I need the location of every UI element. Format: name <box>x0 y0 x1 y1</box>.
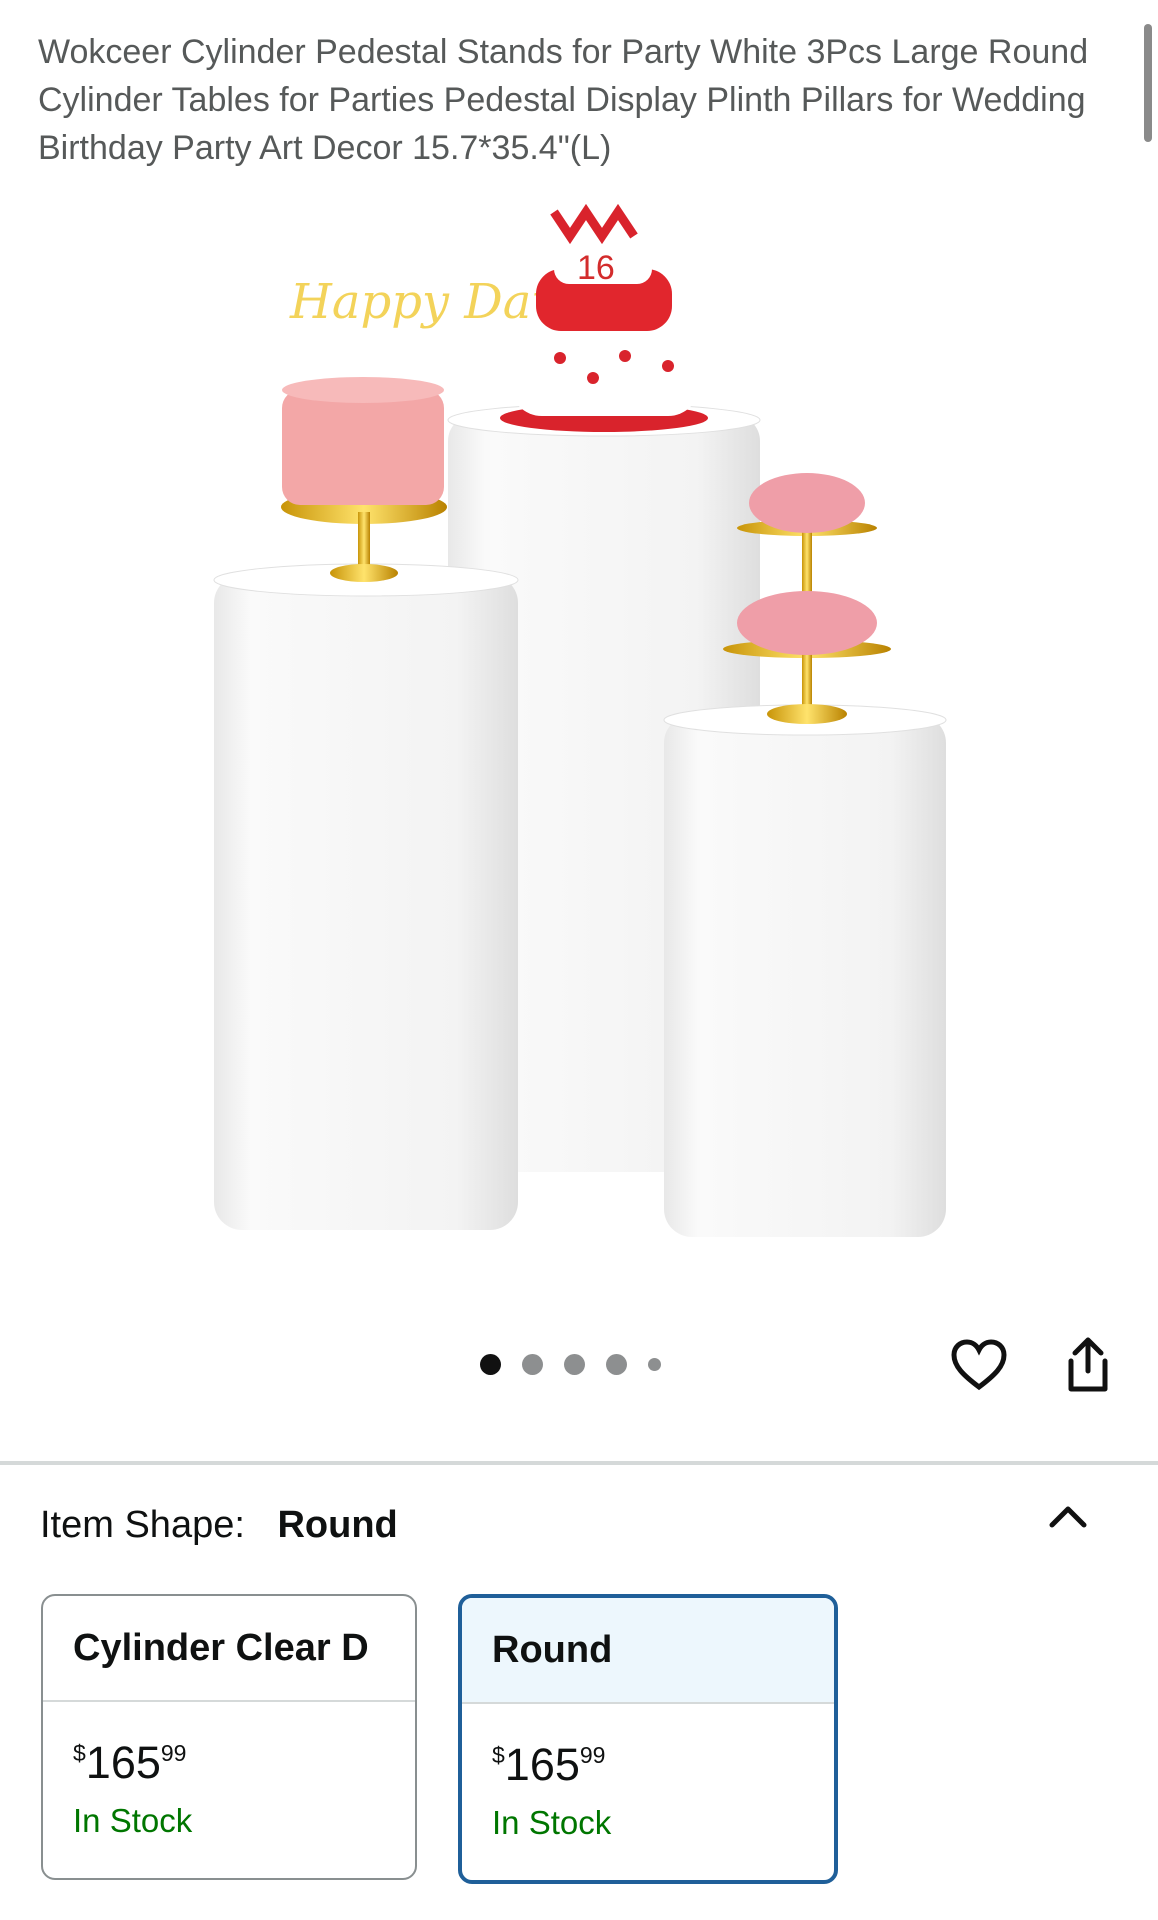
heart-icon <box>951 1339 1007 1391</box>
share-icon <box>1068 1337 1108 1392</box>
stock-status: In Stock <box>492 1804 612 1841</box>
option-price: $16599 <box>492 1730 834 1790</box>
chevron-up-icon <box>1049 1506 1087 1528</box>
price-whole: 165 <box>85 1737 161 1788</box>
variation-option-round[interactable]: Round $16599 In Stock <box>458 1594 838 1884</box>
price-whole: 165 <box>504 1739 580 1790</box>
carousel-dot[interactable] <box>564 1354 585 1375</box>
wishlist-button[interactable] <box>947 1333 1011 1397</box>
price-fraction: 99 <box>579 1742 606 1768</box>
collapse-button[interactable] <box>1044 1497 1092 1537</box>
option-name: Cylinder Clear D <box>43 1596 415 1702</box>
currency-symbol: $ <box>73 1740 86 1766</box>
carousel-dot[interactable] <box>648 1358 661 1371</box>
carousel-dot[interactable] <box>522 1354 543 1375</box>
product-image[interactable]: Happy Days 16 <box>0 190 1158 1300</box>
cake-number-text: 16 <box>577 249 615 287</box>
option-price: $16599 <box>73 1728 415 1788</box>
price-fraction: 99 <box>160 1740 187 1766</box>
item-shape-label: Item Shape: <box>40 1504 245 1546</box>
share-button[interactable] <box>1056 1333 1120 1397</box>
carousel-dot[interactable] <box>606 1354 627 1375</box>
carousel-dot[interactable] <box>480 1354 501 1375</box>
option-name: Round <box>462 1598 834 1704</box>
image-carousel-dots[interactable] <box>480 1354 661 1375</box>
scrollbar[interactable] <box>1144 24 1152 142</box>
product-title: Wokceer Cylinder Pedestal Stands for Par… <box>38 33 1089 167</box>
currency-symbol: $ <box>492 1742 505 1768</box>
section-divider <box>0 1461 1158 1465</box>
item-shape-row: Item Shape: Round <box>40 1504 398 1547</box>
item-shape-value: Round <box>277 1504 398 1546</box>
stock-status: In Stock <box>73 1802 193 1839</box>
variation-option-cylinder-clear-d[interactable]: Cylinder Clear D $16599 In Stock <box>41 1594 417 1880</box>
